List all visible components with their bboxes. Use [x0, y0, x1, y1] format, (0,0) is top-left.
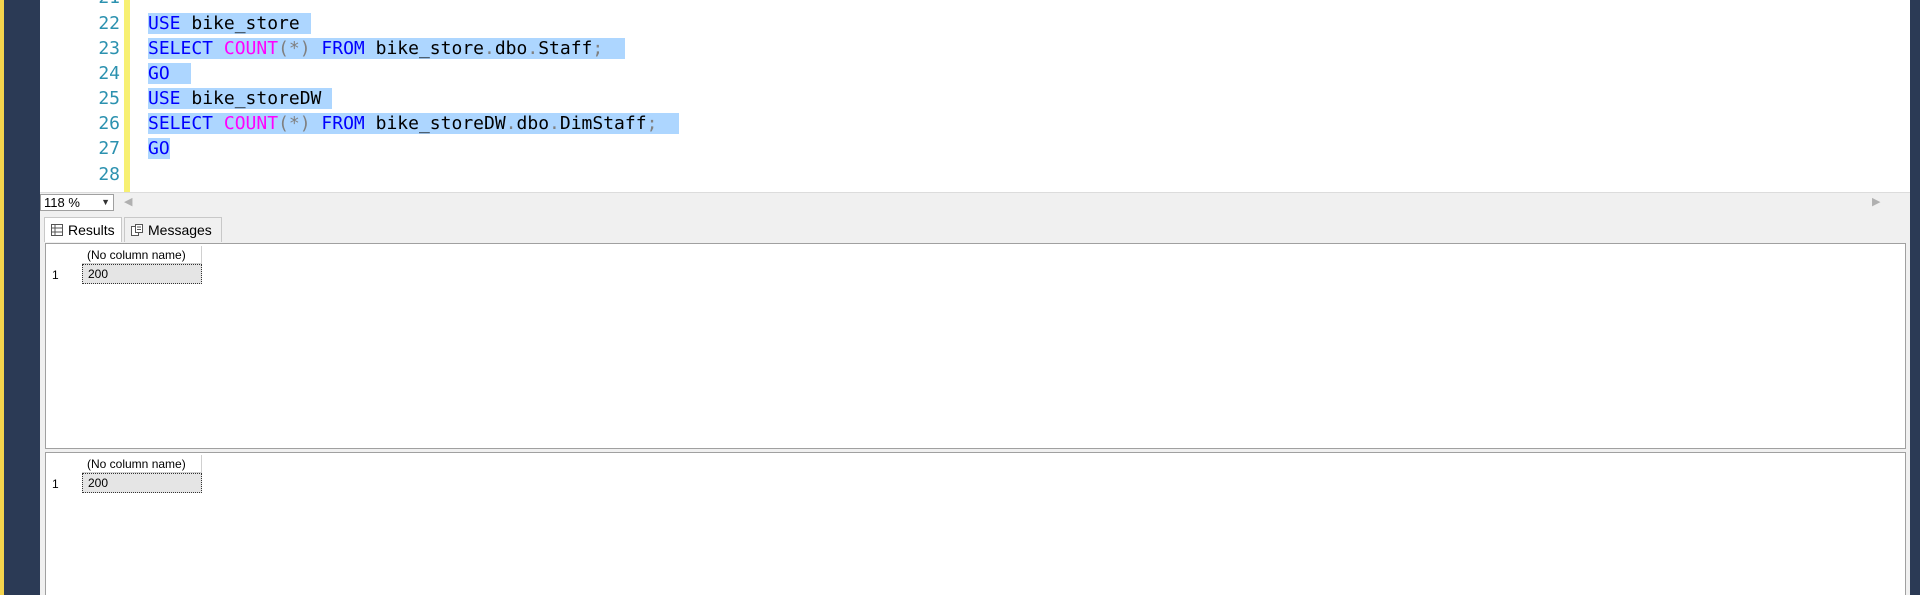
keyword-go: GO: [148, 138, 170, 159]
table-schema: dbo: [494, 38, 528, 59]
line-number: 26: [98, 113, 120, 134]
column-header[interactable]: (No column name): [82, 246, 202, 264]
result-cell[interactable]: 200: [82, 473, 202, 493]
results-grid[interactable]: (No column name) 1 200: [45, 243, 1906, 449]
tab-messages[interactable]: Messages: [124, 217, 222, 242]
code-area[interactable]: USE bike_store SELECT COUNT(*) FROM bike…: [148, 0, 1878, 192]
result-cell[interactable]: 200: [82, 264, 202, 284]
keyword-from: FROM: [321, 38, 365, 59]
keyword-select: SELECT: [148, 113, 214, 134]
code-line-23[interactable]: SELECT COUNT(*) FROM bike_store.dbo.Staf…: [148, 36, 625, 61]
tab-messages-label: Messages: [148, 222, 212, 238]
scroll-left-arrow-icon[interactable]: ◀: [124, 195, 132, 208]
code-line-22[interactable]: USE bike_store: [148, 11, 311, 36]
code-line-25[interactable]: USE bike_storeDW: [148, 86, 333, 111]
database-name: bike_store: [180, 13, 311, 34]
line-number: 25: [98, 88, 120, 109]
line-number: 28: [98, 164, 120, 185]
dot: .: [505, 113, 517, 134]
table-db: bike_storeDW: [375, 113, 506, 134]
table-schema: dbo: [516, 113, 550, 134]
code-line-27[interactable]: GO: [148, 136, 170, 161]
keyword-select: SELECT: [148, 38, 214, 59]
function-count: COUNT: [223, 113, 279, 134]
line-number: 22: [98, 13, 120, 34]
line-number: 23: [98, 38, 120, 59]
table-name: Staff: [538, 38, 593, 59]
editor-status-bar: 118 % ▼ ◀ ▶: [40, 192, 1910, 213]
tab-results-label: Results: [68, 222, 115, 238]
window-left-frame: [4, 0, 40, 595]
zoom-dropdown[interactable]: 118 % ▼: [40, 194, 114, 211]
semicolon: ;: [646, 113, 658, 134]
messages-icon: [131, 219, 143, 243]
window-right-frame: [1910, 0, 1920, 595]
query-editor[interactable]: 21 22 23 24 25 26 27 28 USE bike_store S…: [40, 0, 1910, 192]
code-line-26[interactable]: SELECT COUNT(*) FROM bike_storeDW.dbo.Di…: [148, 111, 680, 136]
keyword-go: GO: [148, 63, 170, 84]
line-number: 24: [98, 63, 120, 84]
grid-icon: [51, 219, 63, 243]
keyword-use: USE: [148, 88, 181, 109]
zoom-value: 118 %: [44, 195, 80, 210]
row-number[interactable]: 1: [52, 475, 76, 493]
dot: .: [484, 38, 495, 59]
line-number-gutter: 21 22 23 24 25 26 27 28: [40, 0, 122, 192]
results-grid[interactable]: (No column name) 1 200: [45, 452, 1906, 595]
change-tracking-bar: [124, 0, 130, 192]
keyword-from: FROM: [321, 113, 365, 134]
dot: .: [549, 113, 560, 134]
scroll-right-arrow-icon[interactable]: ▶: [1872, 195, 1880, 208]
count-args: (*): [278, 113, 311, 134]
code-line-24[interactable]: GO: [148, 61, 192, 86]
column-header[interactable]: (No column name): [82, 455, 202, 473]
semicolon: ;: [592, 38, 604, 59]
row-number[interactable]: 1: [52, 266, 76, 284]
keyword-use: USE: [148, 13, 181, 34]
count-args: (*): [278, 38, 311, 59]
table-db: bike_store: [375, 38, 484, 59]
tab-results[interactable]: Results: [44, 217, 122, 242]
dropdown-arrow-icon[interactable]: ▼: [101, 195, 110, 210]
line-number: 21: [40, 0, 120, 10]
line-number: 27: [98, 138, 120, 159]
dot: .: [527, 38, 539, 59]
function-count: COUNT: [223, 38, 279, 59]
table-name: DimStaff: [559, 113, 647, 134]
database-name: bike_storeDW: [180, 88, 333, 109]
